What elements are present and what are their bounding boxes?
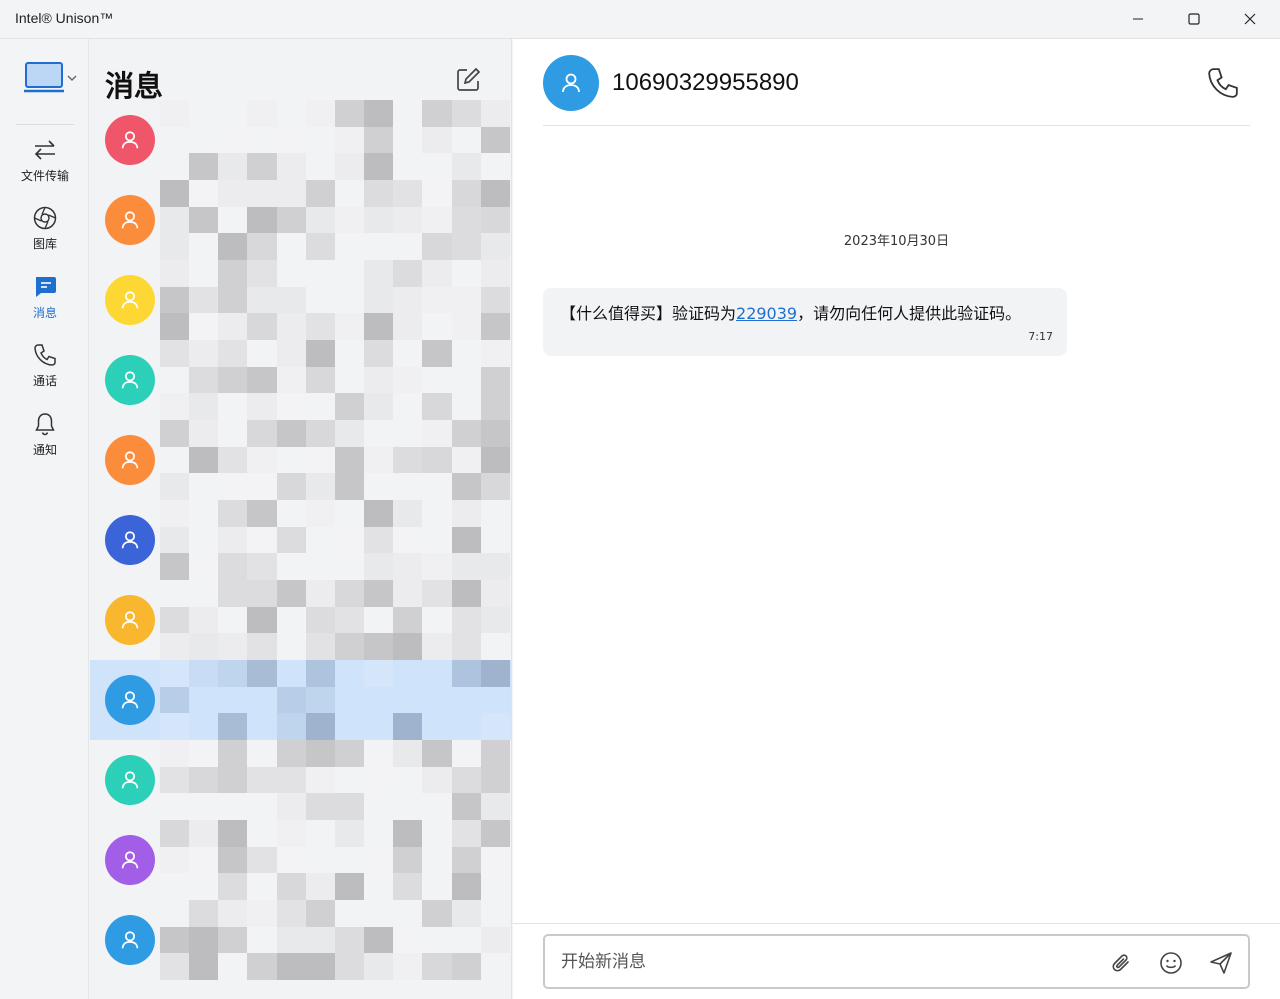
conversation-item[interactable]	[90, 260, 511, 340]
phone-icon	[1208, 68, 1238, 98]
conversation-item[interactable]	[90, 820, 511, 900]
nav-label: 通知	[32, 443, 57, 457]
person-icon	[121, 771, 139, 789]
redacted-preview	[160, 660, 510, 740]
chat-pane: 10690329955890 2023年10月30日 【什么值得买】验证码为22…	[513, 39, 1280, 999]
person-icon	[121, 371, 139, 389]
nav-notifications[interactable]: 通知	[8, 411, 82, 471]
conversation-avatar	[105, 195, 155, 245]
emoji-button[interactable]	[1156, 948, 1186, 978]
conversation-item[interactable]	[90, 660, 511, 740]
nav-label: 消息	[32, 306, 57, 320]
redacted-preview	[160, 500, 510, 580]
message-input[interactable]	[561, 949, 1091, 975]
compose-area	[513, 923, 1280, 999]
compose-icon	[457, 67, 481, 91]
person-icon	[121, 691, 139, 709]
redacted-preview	[160, 100, 510, 180]
messages-icon	[36, 277, 56, 297]
nav-gallery[interactable]: 图库	[8, 205, 82, 265]
redacted-preview	[160, 900, 510, 980]
conversation-list: 消息	[90, 39, 512, 999]
nav-rail: 文件传输 图库 消息 通话 通知	[0, 39, 89, 999]
redacted-preview	[160, 820, 510, 900]
conversation-avatar	[105, 275, 155, 325]
verification-code-link[interactable]: 229039	[736, 304, 797, 323]
maximize-button[interactable]	[1166, 0, 1222, 38]
contact-avatar	[543, 55, 599, 111]
person-icon	[121, 211, 139, 229]
call-button[interactable]	[1205, 65, 1241, 101]
conversation-avatar	[105, 675, 155, 725]
contact-name: 10690329955890	[612, 69, 799, 96]
list-title: 消息	[105, 69, 164, 103]
conversation-item[interactable]	[90, 740, 511, 820]
close-icon	[1244, 13, 1256, 25]
redacted-preview	[160, 740, 510, 820]
compose-button[interactable]	[453, 65, 483, 95]
conversation-avatar	[105, 355, 155, 405]
device-selector[interactable]	[24, 61, 80, 97]
nav-label: 文件传输	[20, 169, 69, 183]
nav-label: 通话	[32, 374, 57, 388]
conversation-avatar	[105, 755, 155, 805]
conversation-item[interactable]	[90, 580, 511, 660]
conversation-item[interactable]	[90, 100, 511, 180]
paperclip-icon	[1112, 954, 1129, 972]
redacted-preview	[160, 260, 510, 340]
message-input-box	[543, 934, 1250, 989]
chat-header-divider	[543, 125, 1250, 126]
minimize-icon	[1133, 18, 1143, 20]
date-separator: 2023年10月30日	[843, 234, 950, 249]
title-bar: Intel® Unison™	[0, 0, 1280, 39]
phone-icon	[34, 344, 56, 366]
conversation-avatar	[105, 595, 155, 645]
redacted-preview	[160, 420, 510, 500]
window-title: Intel® Unison™	[15, 10, 114, 26]
send-icon	[1210, 952, 1232, 974]
maximize-icon	[1188, 13, 1200, 25]
message-suffix: ，请勿向任何人提供此验证码。	[797, 304, 1022, 323]
person-icon	[121, 851, 139, 869]
send-button[interactable]	[1206, 948, 1236, 978]
transfer-icon	[34, 140, 55, 160]
conversation-avatar	[105, 915, 155, 965]
person-icon	[121, 611, 139, 629]
conversation-item[interactable]	[90, 340, 511, 420]
message-time: 7:17	[1028, 330, 1053, 343]
nav-messages[interactable]: 消息	[8, 274, 82, 334]
conversation-avatar	[105, 515, 155, 565]
conversation-avatar	[105, 435, 155, 485]
person-icon	[121, 531, 139, 549]
redacted-preview	[160, 580, 510, 660]
minimize-button[interactable]	[1110, 0, 1166, 38]
attach-button[interactable]	[1106, 948, 1136, 978]
rail-divider	[16, 124, 74, 125]
nav-file-transfer[interactable]: 文件传输	[8, 137, 82, 197]
conversation-item[interactable]	[90, 180, 511, 260]
conversation-avatar	[105, 835, 155, 885]
nav-label: 图库	[32, 237, 57, 251]
laptop-icon	[24, 62, 77, 93]
message-text: 【什么值得买】验证码为229039，请勿向任何人提供此验证码。	[560, 300, 1021, 324]
conversation-item[interactable]	[90, 420, 511, 500]
close-button[interactable]	[1222, 0, 1278, 38]
message-prefix: 【什么值得买】验证码为	[560, 304, 737, 323]
message-bubble: 【什么值得买】验证码为229039，请勿向任何人提供此验证码。 7:17	[543, 288, 1067, 356]
person-icon	[121, 291, 139, 309]
emoji-icon	[1160, 952, 1182, 974]
conversation-item[interactable]	[90, 900, 511, 980]
bell-icon	[35, 413, 55, 436]
person-icon	[121, 451, 139, 469]
redacted-preview	[160, 340, 510, 420]
person-icon	[121, 131, 139, 149]
conversation-avatar	[105, 115, 155, 165]
nav-calls[interactable]: 通话	[8, 342, 82, 402]
person-icon	[562, 73, 580, 93]
gallery-icon	[33, 206, 57, 230]
person-icon	[121, 931, 139, 949]
redacted-preview	[160, 180, 510, 260]
conversation-item[interactable]	[90, 500, 511, 580]
